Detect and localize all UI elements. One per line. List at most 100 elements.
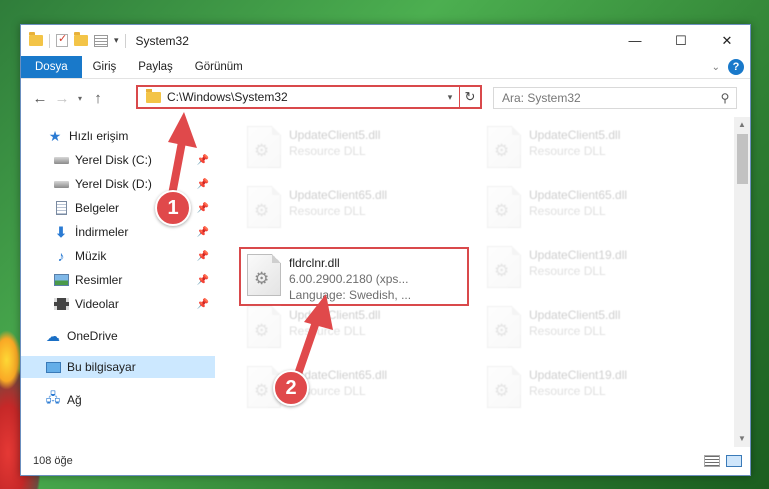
search-input[interactable]: Ara: System32	[502, 91, 714, 105]
sidebar-item-this-pc[interactable]: Bu bilgisayar	[21, 356, 215, 378]
folder-icon	[146, 88, 161, 103]
window-title: System32	[135, 33, 189, 48]
computer-icon	[45, 360, 61, 374]
download-icon: ⬇	[55, 223, 67, 240]
list-item[interactable]: ⚙ UpdateClient5.dll Resource DLL	[483, 123, 713, 173]
annotation-step-2-badge: 2	[273, 370, 309, 406]
sidebar-item-label: Müzik	[75, 249, 107, 263]
title-bar: ▾ System32 — ☐ ✕	[21, 25, 750, 56]
sidebar-item-label: Belgeler	[75, 201, 120, 215]
address-bar[interactable]: C:\Windows\System32 ▾ ↻	[136, 85, 482, 109]
pin-icon: 📌	[196, 226, 209, 238]
dll-file-icon: ⚙	[487, 306, 521, 348]
network-icon: 🖧	[45, 390, 61, 405]
properties-icon[interactable]	[94, 34, 108, 47]
maximize-button[interactable]: ☐	[658, 25, 704, 56]
up-arrow-icon[interactable]: ↑	[87, 90, 109, 107]
document-icon	[53, 201, 69, 215]
music-icon: ♪	[57, 248, 65, 264]
sidebar-item-downloads[interactable]: ⬇ İndirmeler 📌	[21, 221, 215, 243]
sidebar-item-pictures[interactable]: Resimler 📌	[21, 269, 215, 291]
forward-arrow-icon[interactable]: →	[51, 90, 73, 107]
desktop-wallpaper-flower-yellow	[0, 330, 22, 390]
dll-file-icon: ⚙	[487, 246, 521, 288]
list-item[interactable]: ⚙ UpdateClient5.dll Resource DLL	[243, 123, 473, 173]
sidebar-item-onedrive[interactable]: ☁ OneDrive	[21, 325, 215, 347]
toolbar-separator	[49, 33, 50, 48]
sidebar-item-label: Hızlı erişim	[69, 129, 129, 143]
details-view-icon[interactable]	[704, 455, 720, 467]
sidebar-item-videos[interactable]: Videolar 📌	[21, 293, 215, 315]
dll-file-icon: ⚙	[247, 306, 281, 348]
toolbar-separator	[124, 33, 126, 48]
tab-view[interactable]: Görünüm	[184, 56, 254, 78]
pin-icon: 📌	[196, 154, 209, 166]
pin-icon: 📌	[196, 298, 209, 310]
folder-icon	[29, 32, 43, 46]
sidebar-item-music[interactable]: ♪ Müzik 📌	[21, 245, 215, 267]
list-item[interactable]: ⚙ UpdateClient19.dll Resource DLL	[483, 243, 713, 293]
list-item[interactable]: ⚙ UpdateClient5.dll Resource DLL	[483, 303, 713, 353]
scroll-down-arrow-icon[interactable]: ▼	[734, 431, 750, 447]
file-name: fldrclnr.dll	[289, 256, 340, 270]
list-item[interactable]: ⚙ UpdateClient19.dll Resource DLL	[483, 363, 713, 413]
refresh-icon[interactable]: ↻	[460, 89, 480, 105]
cloud-icon: ☁	[46, 327, 60, 344]
tiles-view-icon[interactable]	[726, 455, 742, 467]
dll-file-icon: ⚙	[247, 254, 281, 296]
file-version: 6.00.2900.2180 (xps...	[289, 272, 409, 286]
sidebar-item-label: Yerel Disk (C:)	[75, 153, 152, 167]
sidebar-item-label: İndirmeler	[75, 225, 129, 239]
scroll-thumb[interactable]	[737, 134, 748, 184]
minimize-button[interactable]: —	[612, 25, 658, 56]
dll-file-icon: ⚙	[487, 186, 521, 228]
recent-locations-dropdown-icon[interactable]: ▾	[73, 94, 87, 103]
annotation-step-1-badge: 1	[155, 190, 191, 226]
sidebar-item-label: OneDrive	[67, 329, 118, 343]
tab-home[interactable]: Giriş	[82, 56, 128, 78]
file-language: Language: Swedish, ...	[289, 288, 412, 302]
scroll-up-arrow-icon[interactable]: ▲	[734, 117, 750, 133]
file-item-fldrclnr[interactable]: ⚙ fldrclnr.dll 6.00.2900.2180 (xps... La…	[243, 251, 473, 302]
dll-file-icon: ⚙	[487, 126, 521, 168]
sidebar-item-label: Videolar	[75, 297, 119, 311]
dll-file-icon: ⚙	[247, 186, 281, 228]
explorer-window: ▾ System32 — ☐ ✕ Dosya Giriş Paylaş Görü…	[20, 24, 751, 476]
drive-icon	[53, 177, 69, 191]
sidebar-item-label: Resimler	[75, 273, 123, 287]
list-item[interactable]: ⚙ UpdateClient65.dll Resource DLL	[243, 183, 473, 233]
sidebar-item-local-disk-c[interactable]: Yerel Disk (C:) 📌	[21, 149, 215, 171]
help-icon[interactable]: ?	[728, 59, 744, 75]
sidebar-item-label: Yerel Disk (D:)	[75, 177, 152, 191]
search-icon[interactable]: ⚲	[714, 91, 736, 105]
tab-share[interactable]: Paylaş	[127, 56, 184, 78]
sidebar-item-quick-access[interactable]: ★ Hızlı erişim	[21, 125, 215, 147]
ribbon-right-controls: ⌄ ?	[712, 59, 750, 75]
pin-icon: 📌	[196, 274, 209, 286]
expand-ribbon-chevron-icon[interactable]: ⌄	[712, 62, 720, 73]
dll-file-icon: ⚙	[487, 366, 521, 408]
vertical-scrollbar[interactable]: ▲ ▼	[734, 117, 750, 447]
pin-icon: 📌	[196, 250, 209, 262]
close-button[interactable]: ✕	[704, 25, 750, 56]
sidebar-item-network[interactable]: 🖧 Ağ	[21, 389, 215, 411]
address-path[interactable]: C:\Windows\System32	[167, 90, 441, 104]
customize-toolbar-dropdown-icon[interactable]: ▾	[114, 35, 119, 46]
address-dropdown-icon[interactable]: ▾	[441, 92, 459, 103]
sidebar-item-label: Bu bilgisayar	[67, 360, 136, 374]
window-controls: — ☐ ✕	[612, 25, 750, 56]
sidebar-item-local-disk-d[interactable]: Yerel Disk (D:) 📌	[21, 173, 215, 195]
ribbon-tabs: Dosya Giriş Paylaş Görünüm ⌄ ?	[21, 56, 750, 79]
navigation-bar: ← → ▾ ↑ C:\Windows\System32 ▾ ↻ Ara: Sys…	[21, 79, 750, 117]
tab-file[interactable]: Dosya	[21, 56, 82, 78]
new-folder-icon[interactable]	[74, 32, 88, 46]
pin-icon: 📌	[196, 178, 209, 190]
list-item[interactable]: ⚙ UpdateClient65.dll Resource DLL	[483, 183, 713, 233]
star-icon: ★	[48, 127, 62, 144]
back-arrow-icon[interactable]: ←	[29, 90, 51, 107]
view-switcher	[704, 455, 750, 467]
properties-check-icon[interactable]	[56, 32, 68, 47]
list-item[interactable]: ⚙ UpdateClient5.dll Resource DLL	[243, 303, 473, 353]
search-box[interactable]: Ara: System32 ⚲	[493, 87, 737, 109]
pictures-icon	[53, 273, 69, 287]
